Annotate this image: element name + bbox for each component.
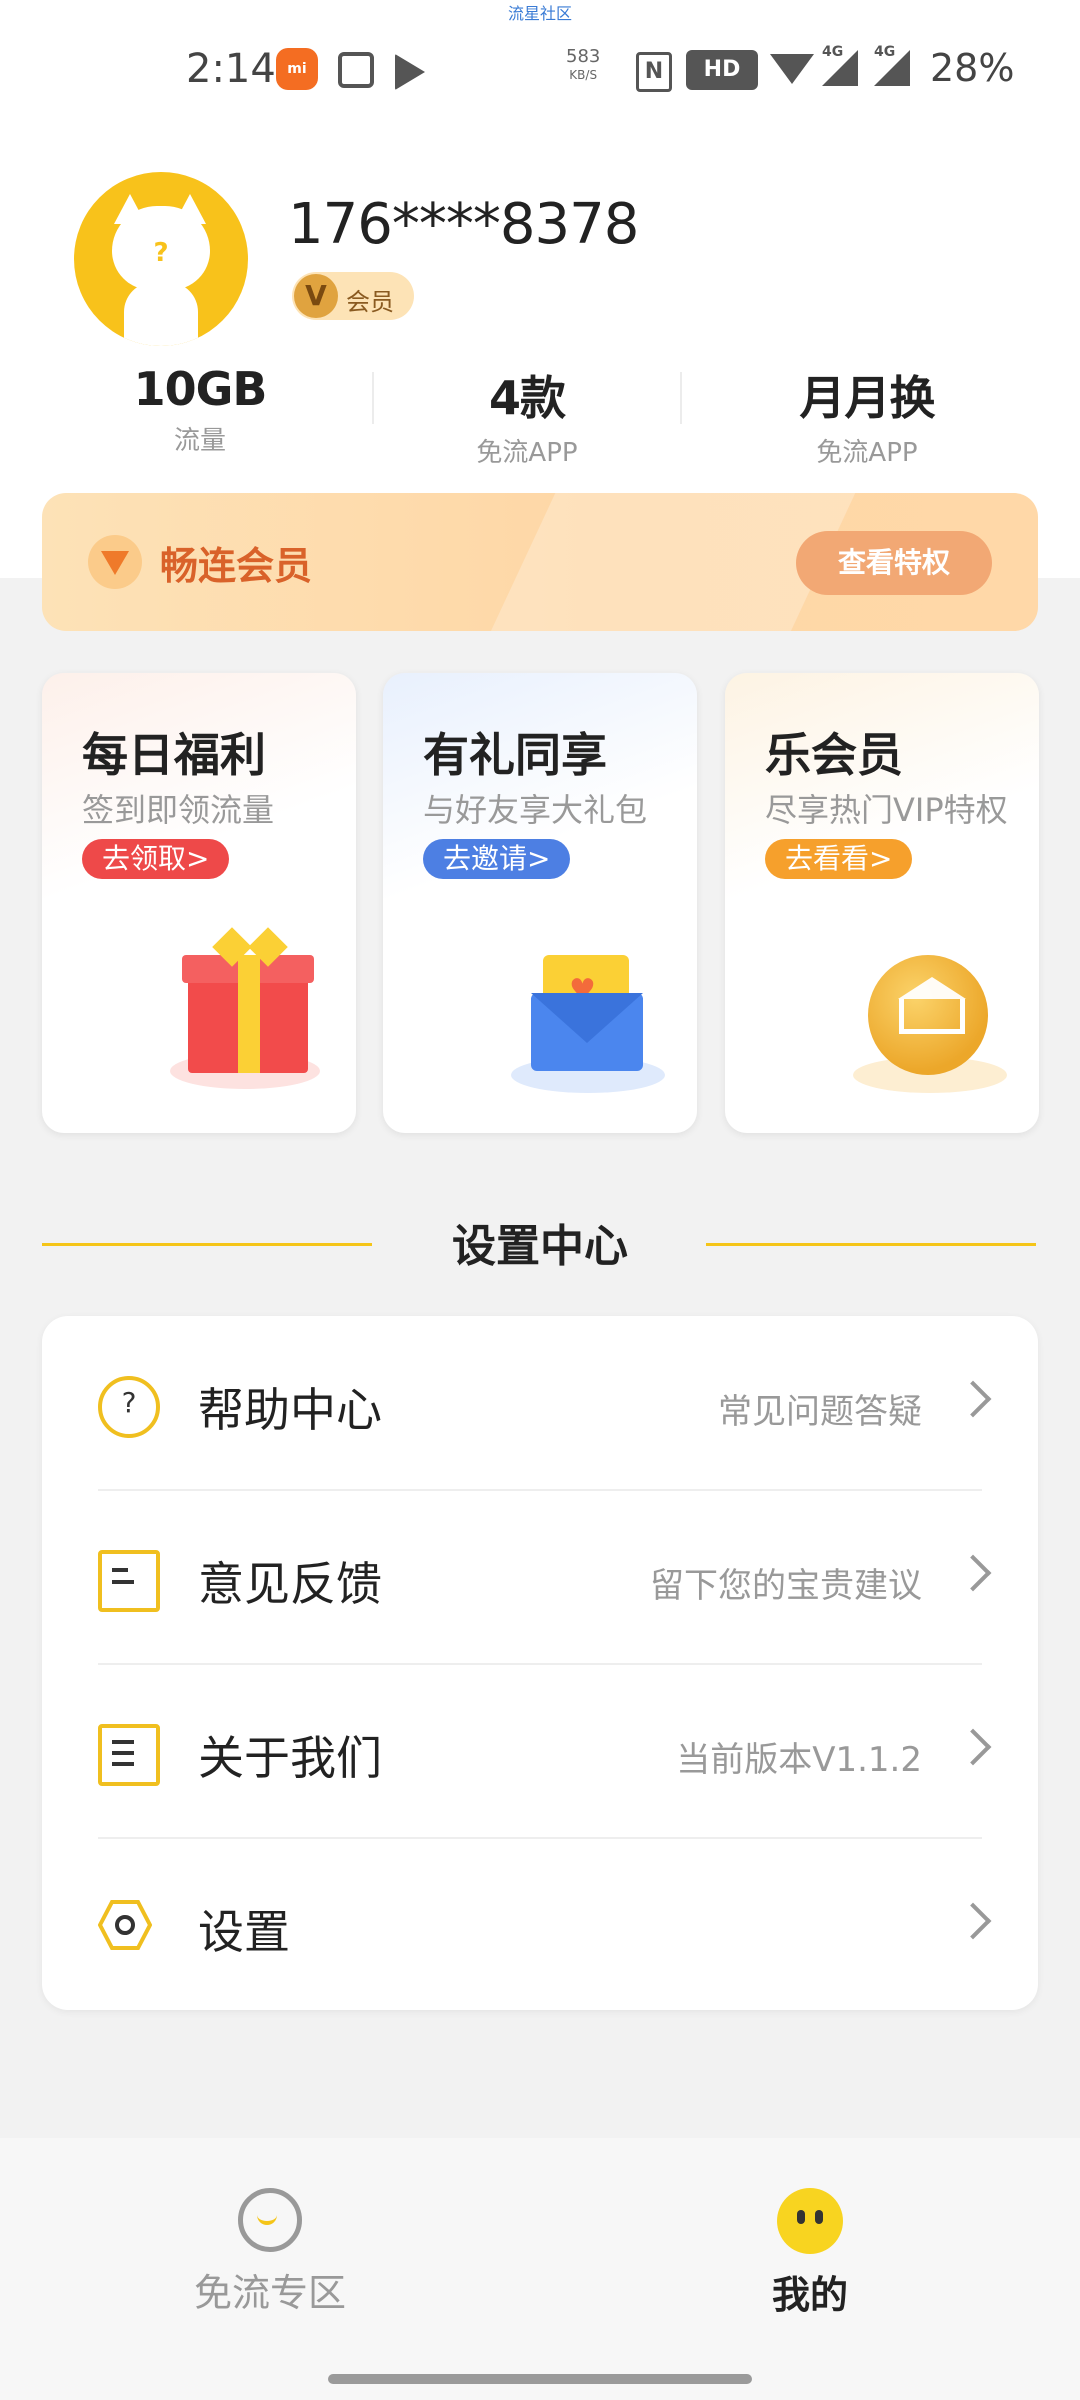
status-bar: 2:14 mi 583 KB/S N HD 4G 4G 28% bbox=[0, 40, 1080, 100]
view-button[interactable]: 去看看> bbox=[765, 839, 913, 879]
avatar-cat-body bbox=[124, 282, 198, 346]
video-icon bbox=[395, 54, 425, 90]
question-mark-icon: ? bbox=[153, 238, 169, 268]
envelope-icon-flap bbox=[531, 993, 643, 1043]
membership-banner[interactable]: 畅连会员 查看特权 bbox=[42, 493, 1038, 631]
card-title: 乐会员 bbox=[765, 728, 903, 782]
row-label: 意见反馈 bbox=[198, 1557, 382, 1611]
home-indicator[interactable] bbox=[328, 2374, 752, 2384]
stat-apps[interactable]: 4款 免流APP bbox=[362, 362, 692, 469]
claim-button[interactable]: 去领取> bbox=[82, 839, 230, 879]
stat-divider bbox=[680, 372, 682, 424]
gift-icon-ribbon bbox=[238, 955, 260, 1073]
help-icon: ? bbox=[98, 1376, 160, 1438]
row-hint: 常见问题答疑 bbox=[718, 1392, 922, 1432]
drop-icon bbox=[238, 2188, 302, 2252]
settings-hexagon-icon bbox=[97, 1898, 153, 1952]
face-icon bbox=[777, 2188, 843, 2254]
feedback-icon bbox=[98, 1550, 160, 1612]
banner-title: 畅连会员 bbox=[160, 544, 313, 588]
card-title: 有礼同享 bbox=[423, 728, 607, 782]
stat-value: 4款 bbox=[488, 371, 566, 425]
user-phone-number: 176****8378 bbox=[288, 192, 639, 257]
card-subtitle: 签到即领流量 bbox=[82, 791, 275, 829]
stat-label: 免流APP bbox=[476, 438, 578, 468]
wifi-icon bbox=[770, 54, 814, 84]
nav-tab-mine[interactable]: 我的 bbox=[660, 2188, 960, 2319]
diamond-icon bbox=[88, 535, 142, 589]
crown-icon bbox=[898, 977, 966, 1034]
chevron-right-icon bbox=[954, 1902, 992, 1940]
settings-row-feedback[interactable]: 意见反馈 留下您的宝贵建议 bbox=[42, 1490, 1038, 1664]
stats-row: 10GB 流量 4款 免流APP 月月换 免流APP bbox=[0, 362, 1080, 472]
net-speed: 583 KB/S bbox=[566, 46, 601, 83]
document-icon bbox=[98, 1724, 160, 1786]
stat-traffic[interactable]: 10GB 流量 bbox=[35, 362, 365, 457]
settings-row-settings[interactable]: 设置 bbox=[42, 1838, 1038, 2012]
share-gift-card[interactable]: 有礼同享 与好友享大礼包 去邀请> ♥ bbox=[383, 673, 697, 1133]
stat-label: 流量 bbox=[173, 426, 226, 456]
stat-value: 月月换 bbox=[799, 371, 936, 425]
section-divider-line bbox=[706, 1243, 1036, 1246]
chevron-right-icon bbox=[954, 1728, 992, 1766]
avatar[interactable]: ? bbox=[74, 172, 248, 346]
chevron-right-icon bbox=[954, 1554, 992, 1592]
nfc-icon: N bbox=[636, 52, 672, 92]
settings-section-header: 设置中心 bbox=[0, 1210, 1080, 1272]
stat-monthly[interactable]: 月月换 免流APP bbox=[702, 362, 1032, 469]
status-time: 2:14 bbox=[186, 46, 276, 92]
le-member-card[interactable]: 乐会员 尽享热门VIP特权 去看看> bbox=[725, 673, 1039, 1133]
top-ticker-text: 流星社区 bbox=[507, 4, 572, 23]
view-privileges-button[interactable]: 查看特权 bbox=[796, 531, 992, 595]
mi-app-icon: mi bbox=[276, 48, 318, 90]
chevron-right-icon bbox=[954, 1380, 992, 1418]
settings-row-about[interactable]: 关于我们 当前版本V1.1.2 bbox=[42, 1664, 1038, 1838]
hd-icon: HD bbox=[686, 50, 758, 90]
nav-label: 我的 bbox=[771, 2273, 848, 2317]
daily-welfare-card[interactable]: 每日福利 签到即领流量 去领取> bbox=[42, 673, 356, 1133]
row-label: 设置 bbox=[198, 1905, 290, 1959]
network-type-label: 4G bbox=[822, 44, 844, 60]
avatar-cat-head: ? bbox=[112, 206, 210, 290]
nav-tab-free-zone[interactable]: 免流专区 bbox=[120, 2188, 420, 2317]
row-hint: 当前版本V1.1.2 bbox=[676, 1740, 922, 1780]
member-badge[interactable]: V 会员 bbox=[292, 272, 414, 320]
gallery-icon bbox=[338, 52, 374, 88]
battery-level: 28% bbox=[930, 46, 1015, 90]
network-type-label: 4G bbox=[874, 44, 896, 60]
card-subtitle: 与好友享大礼包 bbox=[423, 791, 648, 829]
bottom-navigation: 免流专区 我的 bbox=[0, 2138, 1080, 2400]
stat-label: 免流APP bbox=[816, 438, 918, 468]
member-badge-label: 会员 bbox=[346, 288, 394, 316]
vip-v-icon: V bbox=[294, 274, 338, 318]
invite-button[interactable]: 去邀请> bbox=[423, 839, 571, 879]
card-subtitle: 尽享热门VIP特权 bbox=[765, 791, 1008, 829]
row-hint: 留下您的宝贵建议 bbox=[650, 1566, 922, 1606]
row-label: 帮助中心 bbox=[198, 1383, 382, 1437]
section-title: 设置中心 bbox=[452, 1221, 628, 1272]
stat-value: 10GB bbox=[133, 362, 268, 416]
settings-list: ? 帮助中心 常见问题答疑 意见反馈 留下您的宝贵建议 关于我们 当前版本V1.… bbox=[42, 1316, 1038, 2010]
row-label: 关于我们 bbox=[198, 1731, 382, 1785]
settings-row-help[interactable]: ? 帮助中心 常见问题答疑 bbox=[42, 1316, 1038, 1490]
card-title: 每日福利 bbox=[82, 728, 266, 782]
nav-label: 免流专区 bbox=[193, 2271, 346, 2315]
